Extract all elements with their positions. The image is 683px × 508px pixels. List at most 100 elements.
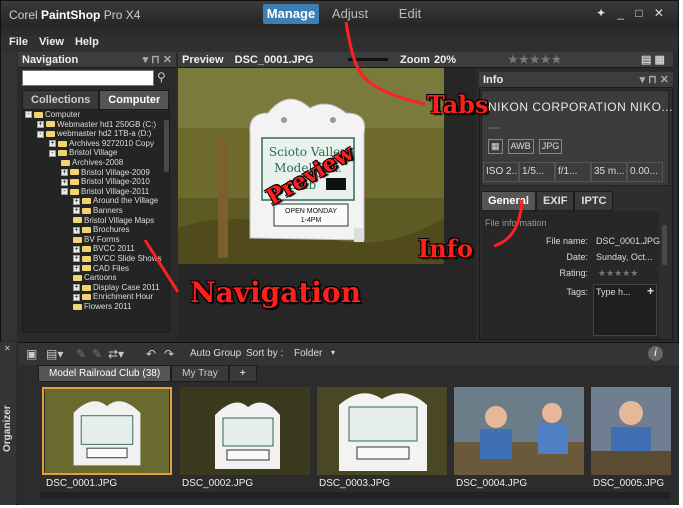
exif-focal: 35 m... [591, 162, 627, 182]
info-icon[interactable]: i [648, 346, 663, 361]
tab-general[interactable]: General [481, 191, 536, 211]
field-label-filename: File name: [545, 236, 588, 246]
folder-icon [82, 294, 91, 301]
tree-item[interactable]: Cartoons [23, 273, 169, 283]
tree-item[interactable]: Bristol Village Maps [23, 216, 169, 226]
rotate-right-icon[interactable]: ↷ [164, 347, 174, 361]
organizer-scrollbar[interactable] [40, 492, 670, 499]
rating-stars[interactable]: ★★★★★ [508, 52, 562, 68]
expand-icon[interactable]: + [73, 255, 80, 263]
panel-controls-icon[interactable]: ▾ ⊓ ✕ [640, 72, 669, 88]
add-tab-button[interactable]: + [228, 365, 257, 382]
tree-item-label: BVCC 2011 [93, 244, 135, 254]
expand-icon[interactable]: + [49, 140, 56, 148]
tree-item[interactable]: + Banners [23, 206, 169, 216]
collapse-icon[interactable]: - [49, 149, 56, 157]
folder-icon [46, 121, 55, 128]
expand-icon[interactable]: + [73, 264, 80, 272]
expand-icon[interactable]: + [37, 120, 44, 128]
tree-item[interactable]: Archives-2008 [23, 158, 169, 168]
expand-icon[interactable]: + [73, 293, 80, 301]
tab-model-railroad-club[interactable]: Model Railroad Club (38) [38, 365, 172, 382]
collapse-icon[interactable]: - [25, 111, 32, 119]
tree-item-label: Bristol Village [69, 148, 118, 158]
share-icon[interactable]: ⇄▾ [108, 347, 124, 361]
tree-item[interactable]: + Display Case 2011 [23, 283, 169, 293]
expand-icon[interactable]: + [61, 178, 68, 186]
tree-item[interactable]: + BVCC 2011 [23, 244, 169, 254]
tree-item[interactable]: + CAD Files [23, 264, 169, 274]
zoom-slider[interactable] [348, 58, 388, 61]
tree-item[interactable]: Flowers 2011 [23, 302, 169, 312]
thumbnail-view-icon[interactable]: ▣ [26, 347, 37, 361]
tree-item[interactable]: + Enrichment Hour [23, 292, 169, 302]
folder-icon [82, 207, 91, 214]
tab-edit[interactable]: Edit [381, 4, 439, 24]
tags-input[interactable]: Type h... [596, 287, 631, 297]
search-icon[interactable]: ⚲ [157, 70, 166, 84]
chevron-down-icon[interactable]: ▾ [331, 348, 335, 357]
info-badges: ▦ AWB JPG [488, 139, 563, 154]
tree-item-label: CAD Files [93, 263, 130, 273]
folder-icon [70, 169, 79, 176]
thumbnail-4[interactable] [454, 387, 584, 475]
window-controls[interactable]: ✦ _ □ ✕ [596, 6, 668, 20]
tree-item[interactable]: + Brochures [23, 225, 169, 235]
thumbnail-1[interactable] [42, 387, 172, 475]
menu-help[interactable]: Help [75, 36, 99, 48]
tab-my-tray[interactable]: My Tray [171, 365, 229, 382]
field-value-date[interactable]: Sunday, Oct... [596, 252, 652, 262]
auto-group-button[interactable]: Auto Group [190, 348, 241, 359]
field-value-rating[interactable]: ★★★★★ [598, 268, 638, 279]
expand-icon[interactable]: + [73, 207, 80, 215]
menu-view[interactable]: View [39, 36, 64, 48]
thumbnail-5[interactable] [591, 387, 671, 475]
panel-controls-icon[interactable]: ▾ ⊓ ✕ [143, 52, 172, 68]
brush-icon[interactable]: ✎ [92, 347, 102, 361]
tree-item[interactable]: + Bristol Village-2010 [23, 177, 169, 187]
collapse-icon[interactable]: - [61, 188, 68, 196]
left-dock [1, 52, 17, 340]
thumbnail-4-label: DSC_0004.JPG [456, 478, 528, 489]
tree-item[interactable]: - Bristol Village [23, 148, 169, 158]
folder-icon [58, 150, 67, 157]
menu-file[interactable]: File [9, 36, 28, 48]
tree-item[interactable]: - Bristol Village-2011 [23, 187, 169, 197]
tree-item-label: Computer [45, 110, 81, 119]
tree-item[interactable]: BV Forms [23, 235, 169, 245]
exif-exposure: 0.00... [627, 162, 663, 182]
tab-manage[interactable]: Manage [263, 4, 319, 24]
thumbnail-3[interactable] [317, 387, 447, 475]
tab-collections[interactable]: Collections [22, 90, 100, 110]
expand-icon[interactable]: + [73, 197, 80, 205]
tree-item[interactable]: - webmaster hd2 1TB-a (D:) [23, 129, 169, 139]
sort-by-select[interactable]: Folder [294, 348, 322, 359]
expand-icon[interactable]: + [61, 168, 68, 176]
search-input[interactable] [22, 70, 154, 86]
tab-adjust[interactable]: Adjust [321, 4, 379, 24]
add-tag-icon[interactable]: + [647, 284, 654, 298]
details-view-icon[interactable]: ▤▾ [46, 347, 63, 361]
tree-item[interactable]: - Computer [23, 110, 169, 120]
expand-icon[interactable]: + [73, 245, 80, 253]
expand-icon[interactable]: + [73, 226, 80, 234]
tree-scrollbar[interactable] [164, 120, 169, 172]
tree-item[interactable]: + Around the Village [23, 196, 169, 206]
tab-computer[interactable]: Computer [99, 90, 170, 110]
rotate-left-icon[interactable]: ↶ [146, 347, 156, 361]
expand-icon[interactable]: + [73, 284, 80, 292]
tab-iptc[interactable]: IPTC [574, 191, 614, 211]
info-scrollbar[interactable] [662, 225, 667, 265]
tree-item[interactable]: + Bristol Village-2009 [23, 168, 169, 178]
field-value-filename[interactable]: DSC_0001.JPG [596, 236, 660, 246]
organizer-close-icon[interactable]: ✕ [4, 344, 11, 353]
edit-icon[interactable]: ✎ [76, 347, 86, 361]
tree-item[interactable]: + BVCC Slide Shows [23, 254, 169, 264]
preview-label: Preview [182, 54, 224, 66]
view-mode-icon[interactable]: ▤ ▦ [641, 52, 665, 68]
collapse-icon[interactable]: - [37, 130, 44, 138]
tree-item[interactable]: + Webmaster hd1 250GB (C:) [23, 120, 169, 130]
thumbnail-2[interactable] [180, 387, 310, 475]
tree-item[interactable]: + Archives 9272010 Copy [23, 139, 169, 149]
tab-exif[interactable]: EXIF [535, 191, 575, 211]
